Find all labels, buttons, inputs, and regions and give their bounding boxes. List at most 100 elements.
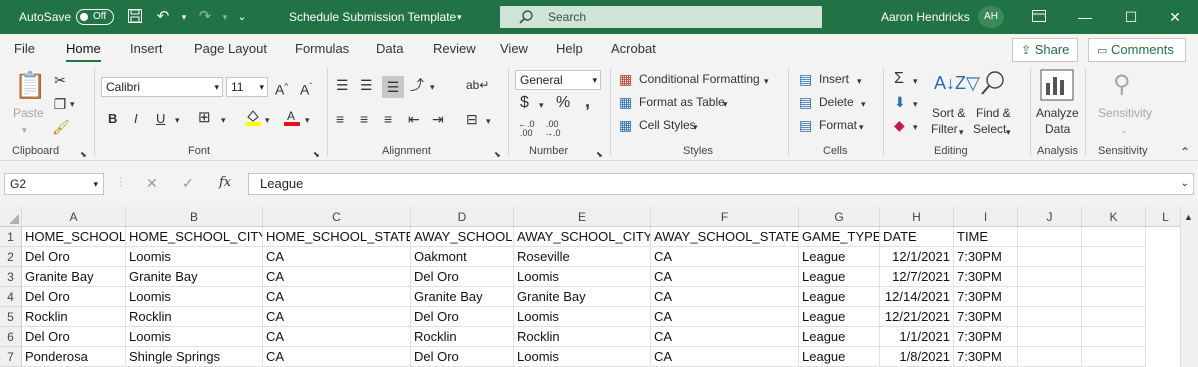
column-header-a[interactable]: A (22, 207, 126, 227)
cell-f7[interactable]: CA (651, 347, 799, 367)
vertical-scrollbar[interactable]: ▲ (1180, 207, 1198, 367)
cell-k3[interactable] (1082, 267, 1146, 287)
cell-a7[interactable]: Ponderosa (22, 347, 126, 367)
format-dropdown-icon[interactable]: ▾ (859, 119, 864, 135)
increase-font-icon[interactable]: A^ (275, 79, 288, 98)
comments-button[interactable]: ▭ Comments (1088, 38, 1186, 62)
cell-e6[interactable]: Rocklin (514, 327, 651, 347)
select-all-corner[interactable] (0, 207, 22, 227)
cell-g7[interactable]: League (799, 347, 880, 367)
cell-k1[interactable] (1082, 227, 1146, 247)
sort-filter-icon[interactable]: A↓Z▽ (934, 72, 980, 94)
expand-formula-icon[interactable]: ⌄ (1181, 174, 1189, 194)
sort-filter-line1[interactable]: Sort & (932, 106, 965, 120)
cell-b6[interactable]: Loomis (126, 327, 263, 347)
copy-dropdown-icon[interactable]: ▾ (70, 96, 75, 112)
orientation-icon[interactable]: ⤴ (410, 77, 424, 93)
autosave-toggle[interactable]: Off (76, 9, 114, 25)
row-header[interactable]: 3 (0, 267, 22, 287)
fill-dropdown-icon[interactable]: ▾ (913, 96, 918, 112)
cell-b3[interactable]: Granite Bay (126, 267, 263, 287)
cell-d7[interactable]: Del Oro (411, 347, 514, 367)
column-header-h[interactable]: H (880, 207, 954, 227)
cell-d5[interactable]: Del Oro (411, 307, 514, 327)
cell-j6[interactable] (1018, 327, 1082, 347)
tab-home[interactable]: Home (66, 34, 101, 64)
cell-i5[interactable]: 7:30PM (954, 307, 1018, 327)
find-select-line2[interactable]: Select (973, 122, 1006, 136)
cell-f5[interactable]: CA (651, 307, 799, 327)
cell-f4[interactable]: CA (651, 287, 799, 307)
format-button[interactable]: Format (819, 118, 857, 132)
cell-k7[interactable] (1082, 347, 1146, 367)
share-button[interactable]: ⇪ Share (1012, 38, 1078, 62)
cell-f1[interactable]: AWAY_SCHOOL_STATE (651, 227, 799, 247)
collapse-ribbon-icon[interactable]: ⌃ (1180, 144, 1190, 160)
delete-cells-icon[interactable]: ▤ (799, 94, 812, 110)
tab-help[interactable]: Help (556, 34, 583, 64)
decrease-indent-icon[interactable]: ⇤ (408, 111, 420, 127)
clear-icon[interactable]: ◆ (894, 117, 905, 133)
cell-e7[interactable]: Loomis (514, 347, 651, 367)
column-header-d[interactable]: D (411, 207, 514, 227)
cell-h4[interactable]: 12/14/2021 (880, 287, 954, 307)
sensitivity-dropdown-icon[interactable]: ⌄ (1120, 122, 1128, 138)
format-as-table-button[interactable]: Format as Table (639, 95, 725, 109)
cell-g3[interactable]: League (799, 267, 880, 287)
cell-h2[interactable]: 12/1/2021 (880, 247, 954, 267)
cell-k2[interactable] (1082, 247, 1146, 267)
cell-c7[interactable]: CA (263, 347, 411, 367)
cell-c3[interactable]: CA (263, 267, 411, 287)
cell-j2[interactable] (1018, 247, 1082, 267)
redo-icon[interactable]: ↷ (196, 8, 214, 26)
cell-b5[interactable]: Rocklin (126, 307, 263, 327)
column-header-b[interactable]: B (126, 207, 263, 227)
cell-i1[interactable]: TIME (954, 227, 1018, 247)
cell-j3[interactable] (1018, 267, 1082, 287)
underline-button[interactable]: U (156, 111, 165, 127)
cell-a1[interactable]: HOME_SCHOOL (22, 227, 126, 247)
row-header[interactable]: 6 (0, 327, 22, 347)
borders-dropdown-icon[interactable]: ▾ (221, 112, 226, 128)
tab-page-layout[interactable]: Page Layout (194, 34, 267, 64)
minimize-button[interactable]: — (1062, 0, 1108, 34)
cell-a4[interactable]: Del Oro (22, 287, 126, 307)
title-dropdown-icon[interactable]: ▾ (457, 0, 462, 34)
cell-h1[interactable]: DATE (880, 227, 954, 247)
cell-j5[interactable] (1018, 307, 1082, 327)
cell-e5[interactable]: Loomis (514, 307, 651, 327)
cell-k4[interactable] (1082, 287, 1146, 307)
underline-dropdown-icon[interactable]: ▾ (175, 112, 180, 128)
clear-dropdown-icon[interactable]: ▾ (913, 119, 918, 135)
cell-c2[interactable]: CA (263, 247, 411, 267)
column-header-g[interactable]: G (799, 207, 880, 227)
number-format-select[interactable]: General ▾ (515, 70, 601, 90)
delete-dropdown-icon[interactable]: ▾ (861, 96, 866, 112)
insert-button[interactable]: Insert (819, 72, 849, 86)
cell-h5[interactable]: 12/21/2021 (880, 307, 954, 327)
find-icon[interactable] (980, 70, 1006, 101)
fill-icon[interactable]: ⬇ (894, 94, 906, 110)
conditional-dropdown-icon[interactable]: ▾ (764, 73, 769, 89)
cell-f3[interactable]: CA (651, 267, 799, 287)
row-header[interactable]: 1 (0, 227, 22, 247)
italic-button[interactable]: I (134, 111, 138, 127)
cell-c4[interactable]: CA (263, 287, 411, 307)
paste-dropdown-icon[interactable]: ▾ (22, 122, 27, 138)
sort-dropdown-icon[interactable]: ▾ (959, 124, 964, 140)
cell-d6[interactable]: Rocklin (411, 327, 514, 347)
autosum-dropdown-icon[interactable]: ▾ (913, 73, 918, 89)
cell-i2[interactable]: 7:30PM (954, 247, 1018, 267)
insert-function-icon[interactable]: fx (219, 175, 231, 191)
cell-i3[interactable]: 7:30PM (954, 267, 1018, 287)
save-icon[interactable] (126, 8, 144, 26)
bold-button[interactable]: B (108, 111, 117, 127)
currency-button[interactable]: $ (520, 95, 529, 111)
conditional-formatting-icon[interactable]: ▦ (619, 71, 632, 87)
align-top-icon[interactable]: ☰ (336, 77, 349, 93)
sensitivity-icon[interactable]: ⚲ (1113, 70, 1131, 100)
cell-j7[interactable] (1018, 347, 1082, 367)
insert-cells-icon[interactable]: ▤ (799, 71, 812, 87)
cell-a3[interactable]: Granite Bay (22, 267, 126, 287)
cell-b4[interactable]: Loomis (126, 287, 263, 307)
